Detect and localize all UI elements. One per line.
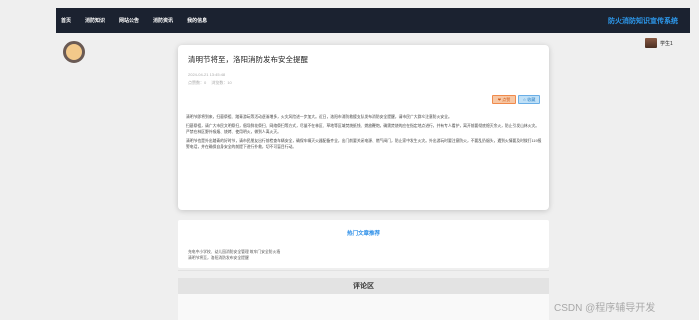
article-title: 清明节将至，洛阳消防发布安全提醒 — [188, 55, 308, 64]
user-avatar-icon — [645, 38, 657, 48]
article-paragraph: 清明节即将到来，扫墓祭祖、踏青游玩等活动逐渐增多，火灾风险进一步加大。近日，洛阳… — [186, 115, 452, 119]
avatar-icon[interactable] — [63, 41, 85, 63]
nav-announcements[interactable]: 网站公告 — [119, 17, 139, 24]
article-card: 清明节将至，洛阳消防发布安全提醒 2024-04-21 13:45:48 点赞数… — [178, 45, 549, 210]
main-nav: 首页 消防知识 网站公告 消防资讯 我的信息 — [61, 8, 221, 33]
user-name: 学生1 — [660, 40, 673, 47]
nav-my-info[interactable]: 我的信息 — [187, 17, 207, 24]
comment-header: 评论区 — [178, 278, 549, 294]
favorite-button[interactable]: ☆ 收藏 — [518, 95, 540, 104]
nav-home[interactable]: 首页 — [61, 17, 71, 24]
related-title: 热门文章推荐 — [346, 231, 380, 237]
site-brand: 防火消防知识宣传系统 — [608, 18, 678, 25]
related-item[interactable]: 清明节将至，洛阳消防发布安全提醒 — [188, 255, 280, 261]
user-menu[interactable]: 学生1 — [645, 38, 673, 48]
article-date: 2024-04-21 13:45:48 — [188, 72, 226, 77]
comment-title: 评论区 — [353, 283, 374, 290]
article-paragraph: 清明节也是外出踏青的好时节，请市民朋友出行前检查车辆安全，确保车辆灭火器配备齐全… — [186, 139, 542, 149]
related-articles: 热门文章推荐 充电中小学校、幼儿园消防安全管理 筑牢门安全防火墙 清明节将至，洛… — [178, 220, 549, 268]
top-navbar: 首页 消防知识 网站公告 消防资讯 我的信息 防火消防知识宣传系统 — [56, 8, 690, 33]
nav-fire-news[interactable]: 消防资讯 — [153, 17, 173, 24]
related-list: 充电中小学校、幼儿园消防安全管理 筑牢门安全防火墙 清明节将至，洛阳消防发布安全… — [188, 249, 280, 261]
article-stats: 点赞数：0 浏览数：10 — [188, 80, 232, 85]
article-content: 清明节即将到来，扫墓祭祖、踏青游玩等活动逐渐增多，火灾风险进一步加大。近日，洛阳… — [186, 115, 542, 154]
divider — [178, 270, 549, 271]
watermark: CSDN @程序辅导开发 — [554, 303, 656, 314]
article-paragraph: 扫墓祭祖，请广大市民文明祭扫，倡导鲜花祭扫、网络祭扫等方式，尽量不在林区、草地等… — [186, 124, 540, 134]
nav-fire-knowledge[interactable]: 消防知识 — [85, 17, 105, 24]
like-button[interactable]: ❤ 点赞 — [492, 95, 516, 104]
comment-area[interactable] — [178, 294, 549, 320]
